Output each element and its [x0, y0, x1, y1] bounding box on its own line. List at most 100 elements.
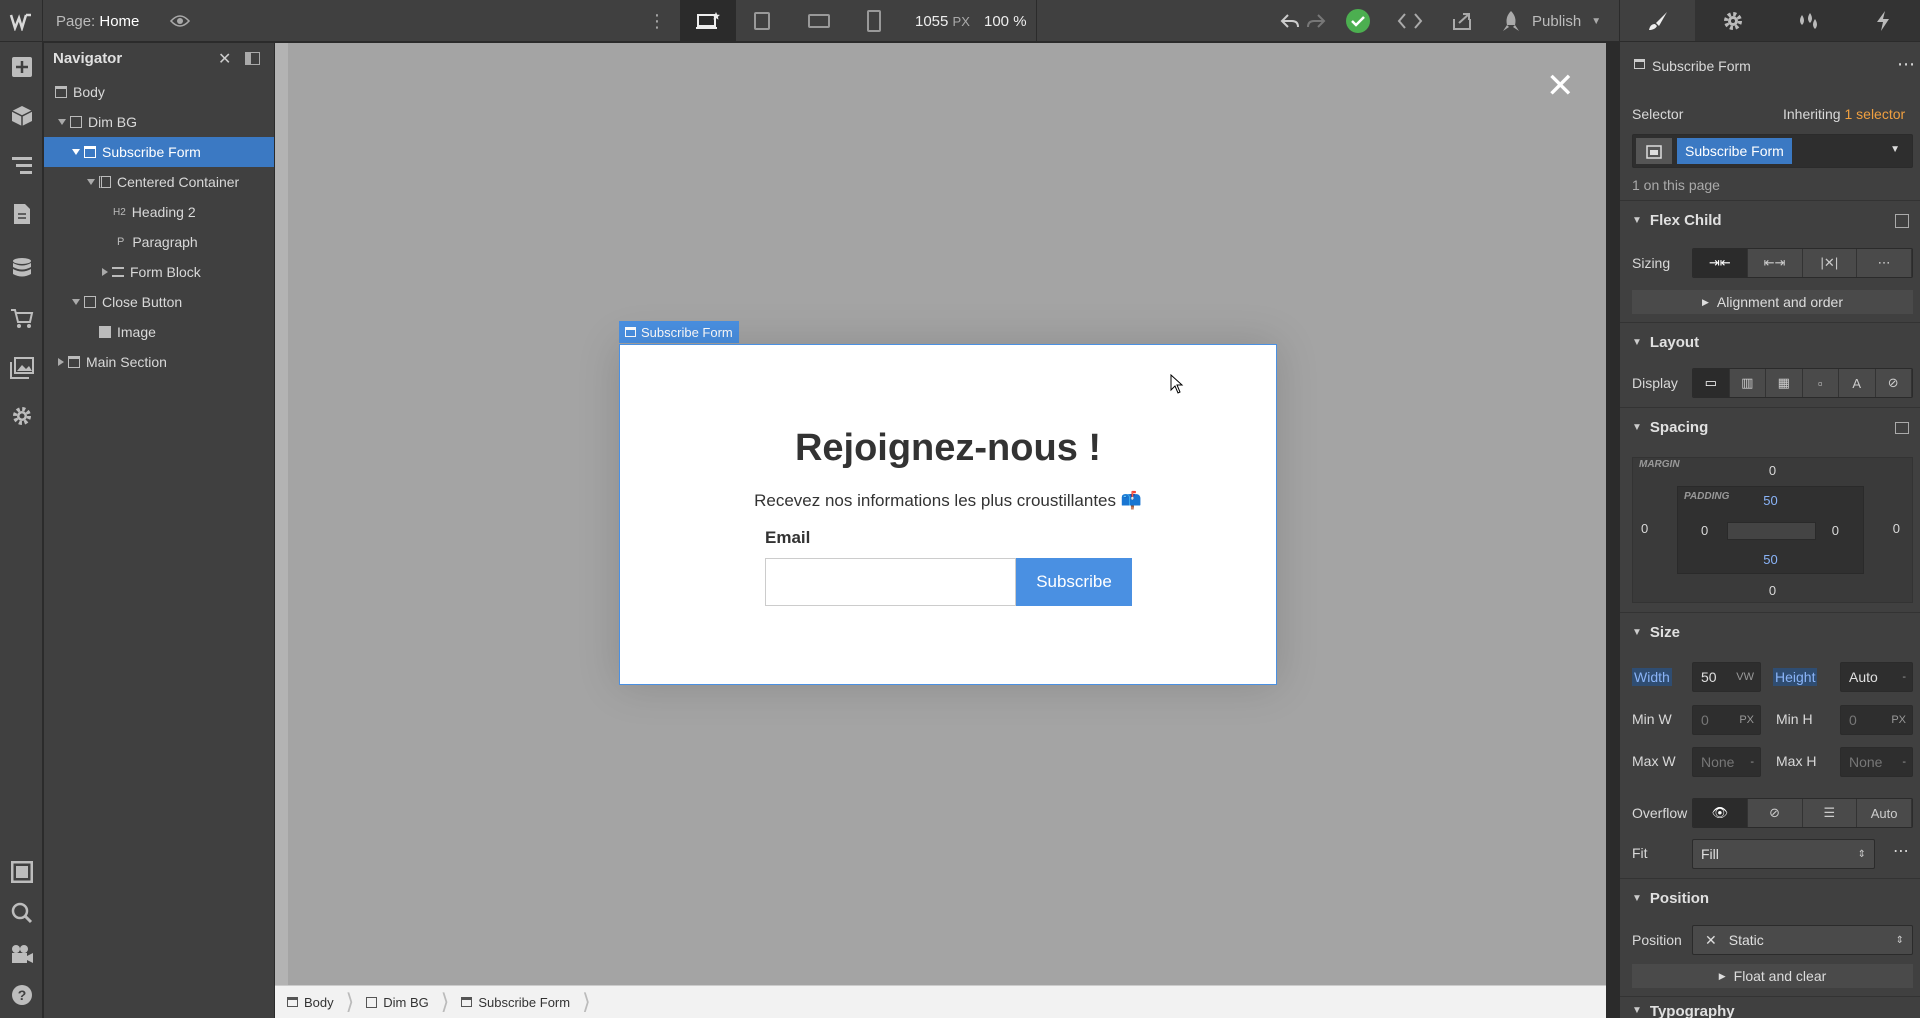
style-tab-brush-icon[interactable] [1620, 0, 1696, 41]
padding-left-value[interactable]: 0 [1701, 523, 1708, 538]
more-vertical-icon[interactable]: ⋮ [648, 0, 666, 42]
margin-bottom-value[interactable]: 0 [1633, 583, 1912, 598]
ecommerce-icon[interactable] [9, 306, 34, 331]
spacing-section-header[interactable]: ▼ Spacing [1620, 407, 1920, 447]
overflow-hidden-icon[interactable]: ⊘ [1747, 799, 1803, 827]
webflow-logo[interactable] [0, 0, 43, 42]
pin-icon[interactable]: ✕ [218, 49, 231, 69]
min-height-unit[interactable]: PX [1891, 714, 1906, 726]
sizing-none-icon[interactable]: |✕| [1802, 249, 1858, 277]
padding-top-value[interactable]: 50 [1678, 493, 1863, 508]
nav-item-subscribe-form[interactable]: Subscribe Form [44, 137, 274, 167]
undo-icon[interactable] [1280, 0, 1300, 42]
width-field[interactable]: 50 VW [1692, 662, 1761, 692]
display-flex-icon[interactable]: ▥ [1729, 369, 1766, 397]
expand-icon[interactable] [58, 119, 66, 125]
fit-select[interactable]: Fill ⇕ [1692, 839, 1875, 869]
more-options-icon[interactable]: ⋯ [1893, 841, 1909, 861]
display-inline-icon[interactable]: A [1839, 369, 1876, 397]
display-block-icon[interactable]: ▭ [1693, 369, 1730, 397]
share-icon[interactable] [1451, 0, 1473, 42]
margin-box[interactable]: MARGIN 0 0 0 0 PADDING 50 50 0 0 [1632, 457, 1913, 603]
padding-box[interactable]: PADDING 50 50 0 0 [1677, 486, 1864, 574]
chevron-down-icon[interactable]: ▼ [1890, 144, 1900, 155]
settings-tab-gear-icon[interactable] [1695, 0, 1771, 41]
min-height-field[interactable]: 0 PX [1840, 705, 1913, 735]
cms-icon[interactable] [9, 255, 34, 280]
size-section-header[interactable]: ▼ Size [1620, 612, 1920, 652]
spacing-toggle-icon[interactable] [1895, 421, 1909, 434]
nav-item-form-block[interactable]: Form Block [44, 257, 274, 287]
nav-item-body[interactable]: Body [44, 77, 274, 107]
max-height-field[interactable]: None - [1840, 747, 1913, 777]
nav-item-main-section[interactable]: Main Section [44, 347, 274, 377]
add-icon[interactable] [9, 54, 34, 79]
style-manager-drops-icon[interactable] [1770, 0, 1846, 41]
flex-child-section-header[interactable]: ▼ Flex Child [1620, 200, 1920, 240]
selector-chip[interactable]: Subscribe Form [1677, 138, 1792, 164]
breadcrumb-item-body[interactable]: Body [275, 995, 346, 1010]
float-clear-toggle[interactable]: ▶ Float and clear [1632, 964, 1913, 988]
min-width-field[interactable]: 0 PX [1692, 705, 1761, 735]
inheriting-link[interactable]: 1 selector [1844, 106, 1905, 122]
code-export-icon[interactable] [1397, 0, 1423, 42]
min-width-unit[interactable]: PX [1739, 714, 1754, 726]
display-grid-icon[interactable]: ▦ [1766, 369, 1803, 397]
preview-toggle-icon[interactable] [9, 859, 34, 884]
pages-icon[interactable] [9, 201, 34, 226]
nav-item-paragraph[interactable]: P Paragraph [44, 227, 274, 257]
padding-bottom-value[interactable]: 50 [1678, 552, 1863, 567]
expand-icon[interactable] [72, 149, 80, 155]
interactions-tab-bolt-icon[interactable] [1845, 0, 1920, 41]
subscribe-form[interactable]: Rejoignez-nous ! Recevez nos information… [619, 344, 1277, 685]
layout-section-header[interactable]: ▼ Layout [1620, 322, 1920, 362]
display-none-icon[interactable]: ⊘ [1875, 369, 1912, 397]
nav-item-image[interactable]: Image [44, 317, 274, 347]
nav-item-dim-bg[interactable]: Dim BG [44, 107, 274, 137]
sizing-grow-icon[interactable]: ⇤⇥ [1747, 249, 1803, 277]
max-width-unit[interactable]: - [1750, 756, 1754, 768]
email-input[interactable] [765, 558, 1016, 606]
redo-icon[interactable] [1306, 0, 1326, 42]
margin-top-value[interactable]: 0 [1633, 463, 1912, 478]
desktop-breakpoint-icon[interactable] [680, 0, 736, 42]
page-selector[interactable]: Page: Home [56, 0, 139, 42]
alignment-order-toggle[interactable]: ▶ Alignment and order [1632, 290, 1913, 314]
overflow-auto-button[interactable]: Auto [1857, 799, 1912, 827]
display-inline-block-icon[interactable]: ▫ [1802, 369, 1839, 397]
overflow-scroll-icon[interactable]: ☰ [1802, 799, 1858, 827]
typography-section-header[interactable]: ▼ Typography [1620, 996, 1920, 1018]
tablet-breakpoint-icon[interactable] [752, 0, 772, 42]
selector-field[interactable]: Subscribe Form ▼ [1632, 134, 1913, 168]
overflow-visible-eye-icon[interactable]: 👁 [1693, 799, 1748, 827]
components-icon[interactable] [9, 103, 34, 128]
assets-icon[interactable] [9, 355, 34, 380]
sizing-more-icon[interactable]: ⋯ [1857, 249, 1912, 277]
height-unit[interactable]: - [1902, 671, 1906, 683]
margin-left-value[interactable]: 0 [1641, 521, 1648, 536]
mobile-portrait-icon[interactable] [866, 0, 882, 42]
collapsed-icon[interactable] [58, 358, 64, 366]
publish-button[interactable]: Publish ▼ [1500, 0, 1601, 42]
nav-item-centered-container[interactable]: Centered Container [44, 167, 274, 197]
search-icon[interactable] [9, 900, 34, 925]
flex-child-toggle-icon[interactable] [1895, 213, 1909, 228]
max-height-unit[interactable]: - [1902, 756, 1906, 768]
subscribe-button[interactable]: Subscribe [1016, 558, 1132, 606]
expand-icon[interactable] [87, 179, 95, 185]
preview-eye-icon[interactable] [170, 0, 190, 42]
help-icon[interactable]: ? [9, 982, 34, 1007]
collapsed-icon[interactable] [102, 268, 108, 276]
position-select[interactable]: ✕ Static ⇕ [1692, 925, 1913, 955]
expand-icon[interactable] [72, 299, 80, 305]
position-section-header[interactable]: ▼ Position [1620, 878, 1920, 918]
mobile-landscape-icon[interactable] [808, 0, 830, 42]
video-icon[interactable] [9, 941, 34, 966]
navigator-icon[interactable] [9, 152, 34, 177]
nav-item-close-button[interactable]: Close Button [44, 287, 274, 317]
max-width-field[interactable]: None - [1692, 747, 1761, 777]
breadcrumb-item-subscribe-form[interactable]: Subscribe Form [449, 995, 582, 1010]
padding-right-value[interactable]: 0 [1832, 523, 1839, 538]
width-unit[interactable]: VW [1736, 671, 1754, 683]
dock-panel-icon[interactable] [245, 52, 260, 65]
